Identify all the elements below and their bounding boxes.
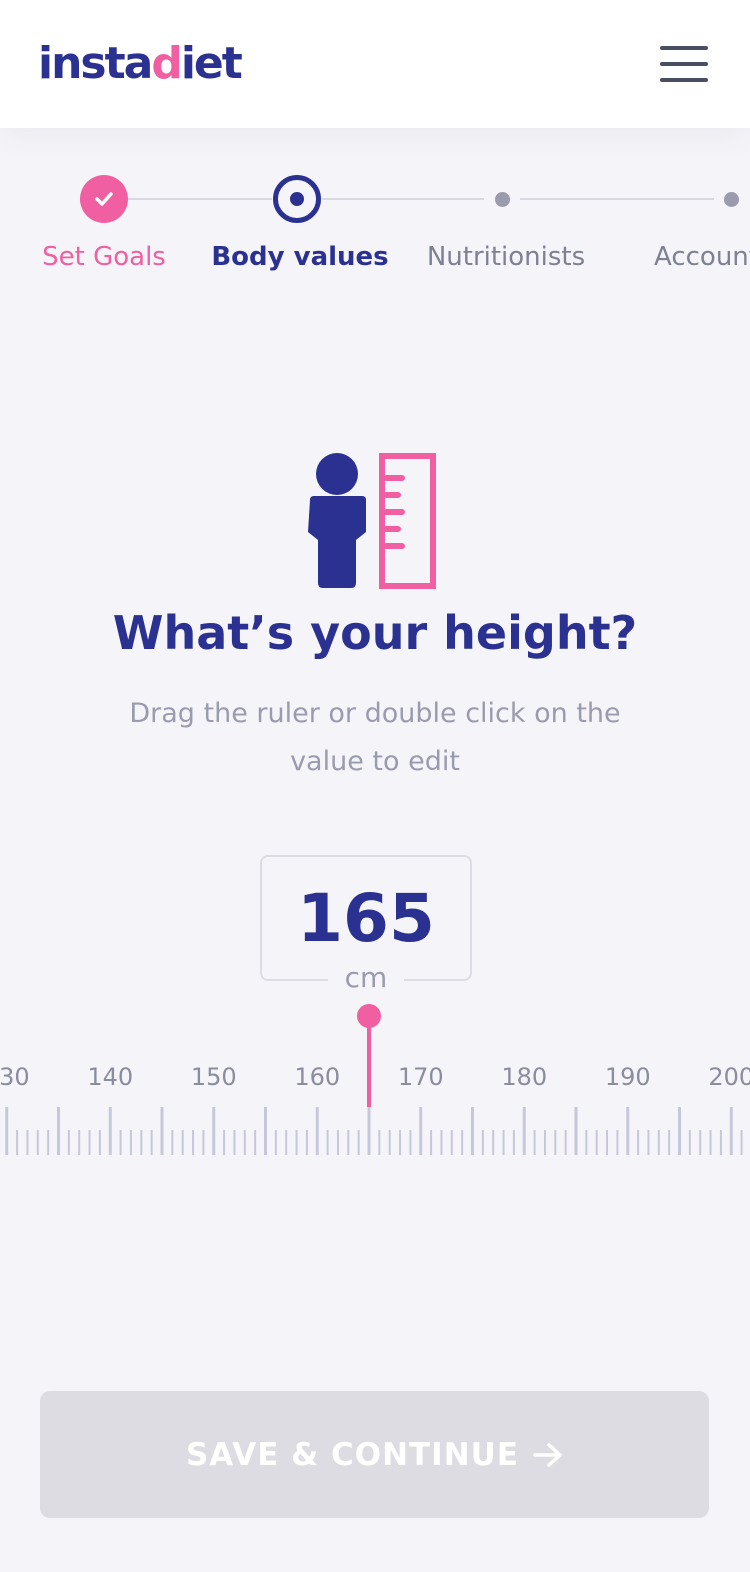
ruler-tick-label: 170 — [398, 1063, 444, 1091]
hamburger-menu-icon[interactable] — [658, 44, 710, 84]
step-body-values-current-icon[interactable] — [273, 175, 321, 223]
step-label-body-values[interactable]: Body values — [211, 242, 388, 272]
page-title: What’s your height? — [112, 606, 638, 660]
stepper-connector — [520, 198, 714, 200]
instadiet-logo[interactable]: instadiet — [38, 36, 243, 92]
save-continue-button[interactable]: SAVE & CONTINUE — [40, 1391, 709, 1518]
step-set-goals-check-icon[interactable] — [80, 175, 128, 223]
step-label-account-text: Account — [654, 242, 750, 272]
step-label-nutritionists[interactable]: Nutritionists — [427, 242, 585, 272]
logo-text-part2: iet — [180, 38, 243, 89]
step-label-account[interactable]: Account — [654, 242, 750, 272]
ruler-tick-label: 180 — [501, 1063, 547, 1091]
app-header: instadiet — [0, 0, 750, 128]
height-ruler[interactable]: 130 140 150 160 170 180 190 200 — [0, 1000, 750, 1170]
ruler-tick-label: 130 — [0, 1063, 30, 1091]
save-continue-label: SAVE & CONTINUE — [185, 1436, 520, 1473]
logo-text-accent: d — [151, 38, 182, 89]
logo-text-part1: insta — [38, 38, 153, 89]
ruler-indicator-knob[interactable] — [357, 1004, 381, 1028]
ruler-scale[interactable]: 130 140 150 160 170 180 190 200 — [0, 1000, 750, 1170]
unit-label: cm — [328, 958, 404, 998]
step-label-set-goals[interactable]: Set Goals — [42, 242, 166, 272]
height-ruler-icon — [306, 452, 438, 594]
stepper-connector — [322, 198, 484, 200]
step-nutritionists-dot-icon[interactable] — [495, 192, 510, 207]
instruction-text: Drag the ruler or double click on the va… — [129, 698, 621, 777]
height-value[interactable]: 165 — [262, 879, 470, 959]
progress-stepper: Set Goals Body values Nutritionists Acco… — [0, 150, 750, 290]
arrow-right-icon — [533, 1442, 562, 1467]
ruler-tick-label: 150 — [191, 1063, 237, 1091]
ruler-tick-label: 160 — [294, 1063, 340, 1091]
stepper-connector — [128, 198, 272, 200]
ruler-tick-label: 190 — [605, 1063, 651, 1091]
ruler-tick-label: 140 — [87, 1063, 133, 1091]
step-account-dot-icon[interactable] — [724, 192, 739, 207]
ruler-tick-label: 200 — [708, 1063, 750, 1091]
